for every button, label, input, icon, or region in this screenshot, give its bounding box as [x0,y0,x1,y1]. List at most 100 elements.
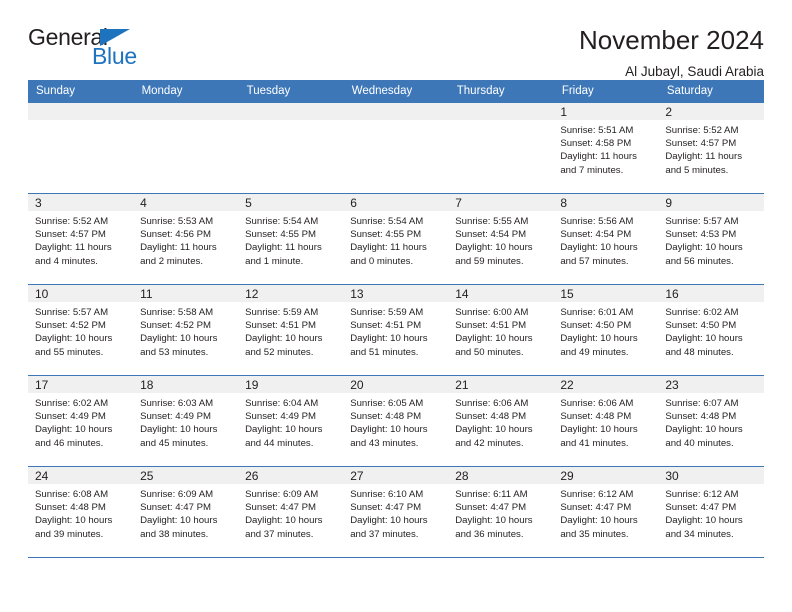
calendar-day-cell[interactable]: 19 Sunrise: 6:04 AM Sunset: 4:49 PM Dayligh… [238,375,344,467]
title-block: November 2024 Al Jubayl, Saudi Arabia [579,26,764,79]
day-sun-info: Sunrise: 6:06 AM Sunset: 4:48 PM Daylight:… [553,393,658,450]
sunrise-time: Sunrise: 6:00 AM [455,307,529,318]
calendar-day-cell[interactable]: 24 Sunrise: 6:08 AM Sunset: 4:48 PM Dayligh… [28,466,134,558]
sunrise-time: Sunrise: 6:08 AM [35,489,109,500]
sunrise-time: Sunrise: 6:03 AM [140,398,214,409]
brand-name-blue: Blue [92,43,137,69]
calendar-week-row: 17 Sunrise: 6:02 AM Sunset: 4:49 PM Dayligh… [28,375,764,467]
daylight-duration-line2: and 35 minutes. [560,528,629,540]
day-number: 29 [553,467,659,484]
calendar-day-cell[interactable]: 17 Sunrise: 6:02 AM Sunset: 4:49 PM Dayligh… [28,375,134,467]
sunset-time: Sunset: 4:49 PM [140,411,211,423]
calendar-day-cell[interactable]: 28 Sunrise: 6:11 AM Sunset: 4:47 PM Dayligh… [448,466,554,558]
sunset-time: Sunset: 4:55 PM [350,229,422,241]
calendar-day-cell[interactable]: 13 Sunrise: 5:59 AM Sunset: 4:51 PM Dayligh… [343,284,449,376]
daylight-duration-line2: and 56 minutes. [665,255,734,267]
day-number [133,103,239,120]
calendar-day-cell[interactable]: 29 Sunrise: 6:12 AM Sunset: 4:47 PM Dayligh… [553,466,659,558]
daylight-duration-line2: and 0 minutes. [350,255,414,267]
day-number: 6 [343,194,449,211]
sunrise-time: Sunrise: 6:02 AM [35,398,109,409]
calendar-day-cell[interactable]: 5 Sunrise: 5:54 AM Sunset: 4:55 PM Daylight… [238,193,344,285]
page-header: General Blue November 2024 Al Jubayl, Sa… [28,0,764,79]
sunrise-time: Sunrise: 5:57 AM [665,216,739,227]
calendar-day-cell[interactable]: 25 Sunrise: 6:09 AM Sunset: 4:47 PM Dayligh… [133,466,239,558]
calendar-day-cell[interactable]: 4 Sunrise: 5:53 AM Sunset: 4:56 PM Daylight… [133,193,239,285]
calendar-day-cell[interactable]: 6 Sunrise: 5:54 AM Sunset: 4:55 PM Daylight… [343,193,449,285]
sunset-time: Sunset: 4:49 PM [245,411,317,423]
sunset-time: Sunset: 4:47 PM [350,502,422,514]
calendar-day-cell[interactable]: 14 Sunrise: 6:00 AM Sunset: 4:51 PM Dayligh… [448,284,554,376]
calendar-day-cell[interactable]: 26 Sunrise: 6:09 AM Sunset: 4:47 PM Dayligh… [238,466,344,558]
daylight-duration-line1: Daylight: 10 hours [35,333,113,345]
calendar-day-cell[interactable]: 11 Sunrise: 5:58 AM Sunset: 4:52 PM Dayligh… [133,284,239,376]
calendar-day-cell-empty [448,102,554,194]
daylight-duration-line2: and 50 minutes. [455,346,524,358]
calendar-day-cell[interactable]: 27 Sunrise: 6:10 AM Sunset: 4:47 PM Dayligh… [343,466,449,558]
daylight-duration-line1: Daylight: 10 hours [560,242,638,254]
calendar-day-cell[interactable]: 9 Sunrise: 5:57 AM Sunset: 4:53 PM Daylight… [658,193,764,285]
weekday-header-wednesday: Wednesday [343,80,449,103]
day-number [238,103,344,120]
day-sun-info: Sunrise: 6:09 AM Sunset: 4:47 PM Daylight:… [238,484,343,541]
sunset-time: Sunset: 4:51 PM [245,320,317,332]
sunset-time: Sunset: 4:49 PM [35,411,106,423]
day-sun-info: Sunrise: 5:54 AM Sunset: 4:55 PM Daylight:… [238,211,343,268]
daylight-duration-line1: Daylight: 11 hours [350,242,427,254]
daylight-duration-line1: Daylight: 10 hours [665,424,743,436]
brand-logo[interactable]: General Blue [28,26,158,72]
calendar-day-cell[interactable]: 10 Sunrise: 5:57 AM Sunset: 4:52 PM Dayligh… [28,284,134,376]
day-number: 17 [28,376,134,393]
calendar-day-cell[interactable]: 16 Sunrise: 6:02 AM Sunset: 4:50 PM Dayligh… [658,284,764,376]
calendar-day-cell-empty [238,102,344,194]
day-number [343,103,449,120]
sunrise-time: Sunrise: 6:07 AM [665,398,739,409]
sunset-time: Sunset: 4:48 PM [350,411,422,423]
calendar-day-cell[interactable]: 3 Sunrise: 5:52 AM Sunset: 4:57 PM Daylight… [28,193,134,285]
calendar-page: General Blue November 2024 Al Jubayl, Sa… [0,0,792,612]
calendar-body: 1 Sunrise: 5:51 AM Sunset: 4:58 PM Daylight… [28,102,764,558]
calendar-day-cell[interactable]: 20 Sunrise: 6:05 AM Sunset: 4:48 PM Dayligh… [343,375,449,467]
page-subtitle: Al Jubayl, Saudi Arabia [625,63,764,79]
sunset-time: Sunset: 4:53 PM [665,229,737,241]
calendar-week-row: 10 Sunrise: 5:57 AM Sunset: 4:52 PM Dayligh… [28,284,764,376]
calendar-day-cell[interactable]: 18 Sunrise: 6:03 AM Sunset: 4:49 PM Dayligh… [133,375,239,467]
day-sun-info: Sunrise: 5:55 AM Sunset: 4:54 PM Daylight:… [448,211,553,268]
daylight-duration-line1: Daylight: 10 hours [350,333,428,345]
daylight-duration-line1: Daylight: 11 hours [560,151,637,163]
calendar-day-cell[interactable]: 23 Sunrise: 6:07 AM Sunset: 4:48 PM Dayligh… [658,375,764,467]
daylight-duration-line1: Daylight: 10 hours [140,515,218,527]
daylight-duration-line2: and 45 minutes. [140,437,209,449]
sunrise-time: Sunrise: 5:59 AM [245,307,319,318]
calendar-day-cell[interactable]: 15 Sunrise: 6:01 AM Sunset: 4:50 PM Dayligh… [553,284,659,376]
day-number: 24 [28,467,134,484]
daylight-duration-line1: Daylight: 10 hours [455,424,533,436]
day-sun-info: Sunrise: 5:58 AM Sunset: 4:52 PM Daylight:… [133,302,238,359]
calendar-day-cell[interactable]: 22 Sunrise: 6:06 AM Sunset: 4:48 PM Dayligh… [553,375,659,467]
daylight-duration-line2: and 41 minutes. [560,437,629,449]
calendar-day-cell[interactable]: 21 Sunrise: 6:06 AM Sunset: 4:48 PM Dayligh… [448,375,554,467]
day-sun-info: Sunrise: 5:51 AM Sunset: 4:58 PM Daylight:… [553,120,658,177]
calendar-day-cell[interactable]: 2 Sunrise: 5:52 AM Sunset: 4:57 PM Daylight… [658,102,764,194]
sunset-time: Sunset: 4:47 PM [455,502,527,514]
day-number: 7 [448,194,554,211]
day-sun-info: Sunrise: 6:01 AM Sunset: 4:50 PM Daylight:… [553,302,658,359]
day-sun-info: Sunrise: 5:59 AM Sunset: 4:51 PM Daylight:… [238,302,343,359]
daylight-duration-line2: and 36 minutes. [455,528,524,540]
day-sun-info: Sunrise: 6:11 AM Sunset: 4:47 PM Daylight:… [448,484,553,541]
day-number: 27 [343,467,449,484]
weekday-header-monday: Monday [133,80,239,103]
daylight-duration-line2: and 48 minutes. [665,346,734,358]
daylight-duration-line2: and 51 minutes. [350,346,419,358]
calendar-day-cell[interactable]: 1 Sunrise: 5:51 AM Sunset: 4:58 PM Daylight… [553,102,659,194]
day-sun-info: Sunrise: 6:00 AM Sunset: 4:51 PM Daylight:… [448,302,553,359]
calendar-day-cell[interactable]: 7 Sunrise: 5:55 AM Sunset: 4:54 PM Daylight… [448,193,554,285]
sunrise-time: Sunrise: 6:12 AM [560,489,634,500]
sunset-time: Sunset: 4:48 PM [560,411,632,423]
calendar-day-cell[interactable]: 30 Sunrise: 6:12 AM Sunset: 4:47 PM Dayligh… [658,466,764,558]
day-number [448,103,554,120]
sunrise-time: Sunrise: 6:11 AM [455,489,528,500]
daylight-duration-line1: Daylight: 10 hours [35,515,113,527]
calendar-day-cell[interactable]: 8 Sunrise: 5:56 AM Sunset: 4:54 PM Daylight… [553,193,659,285]
calendar-day-cell[interactable]: 12 Sunrise: 5:59 AM Sunset: 4:51 PM Dayligh… [238,284,344,376]
